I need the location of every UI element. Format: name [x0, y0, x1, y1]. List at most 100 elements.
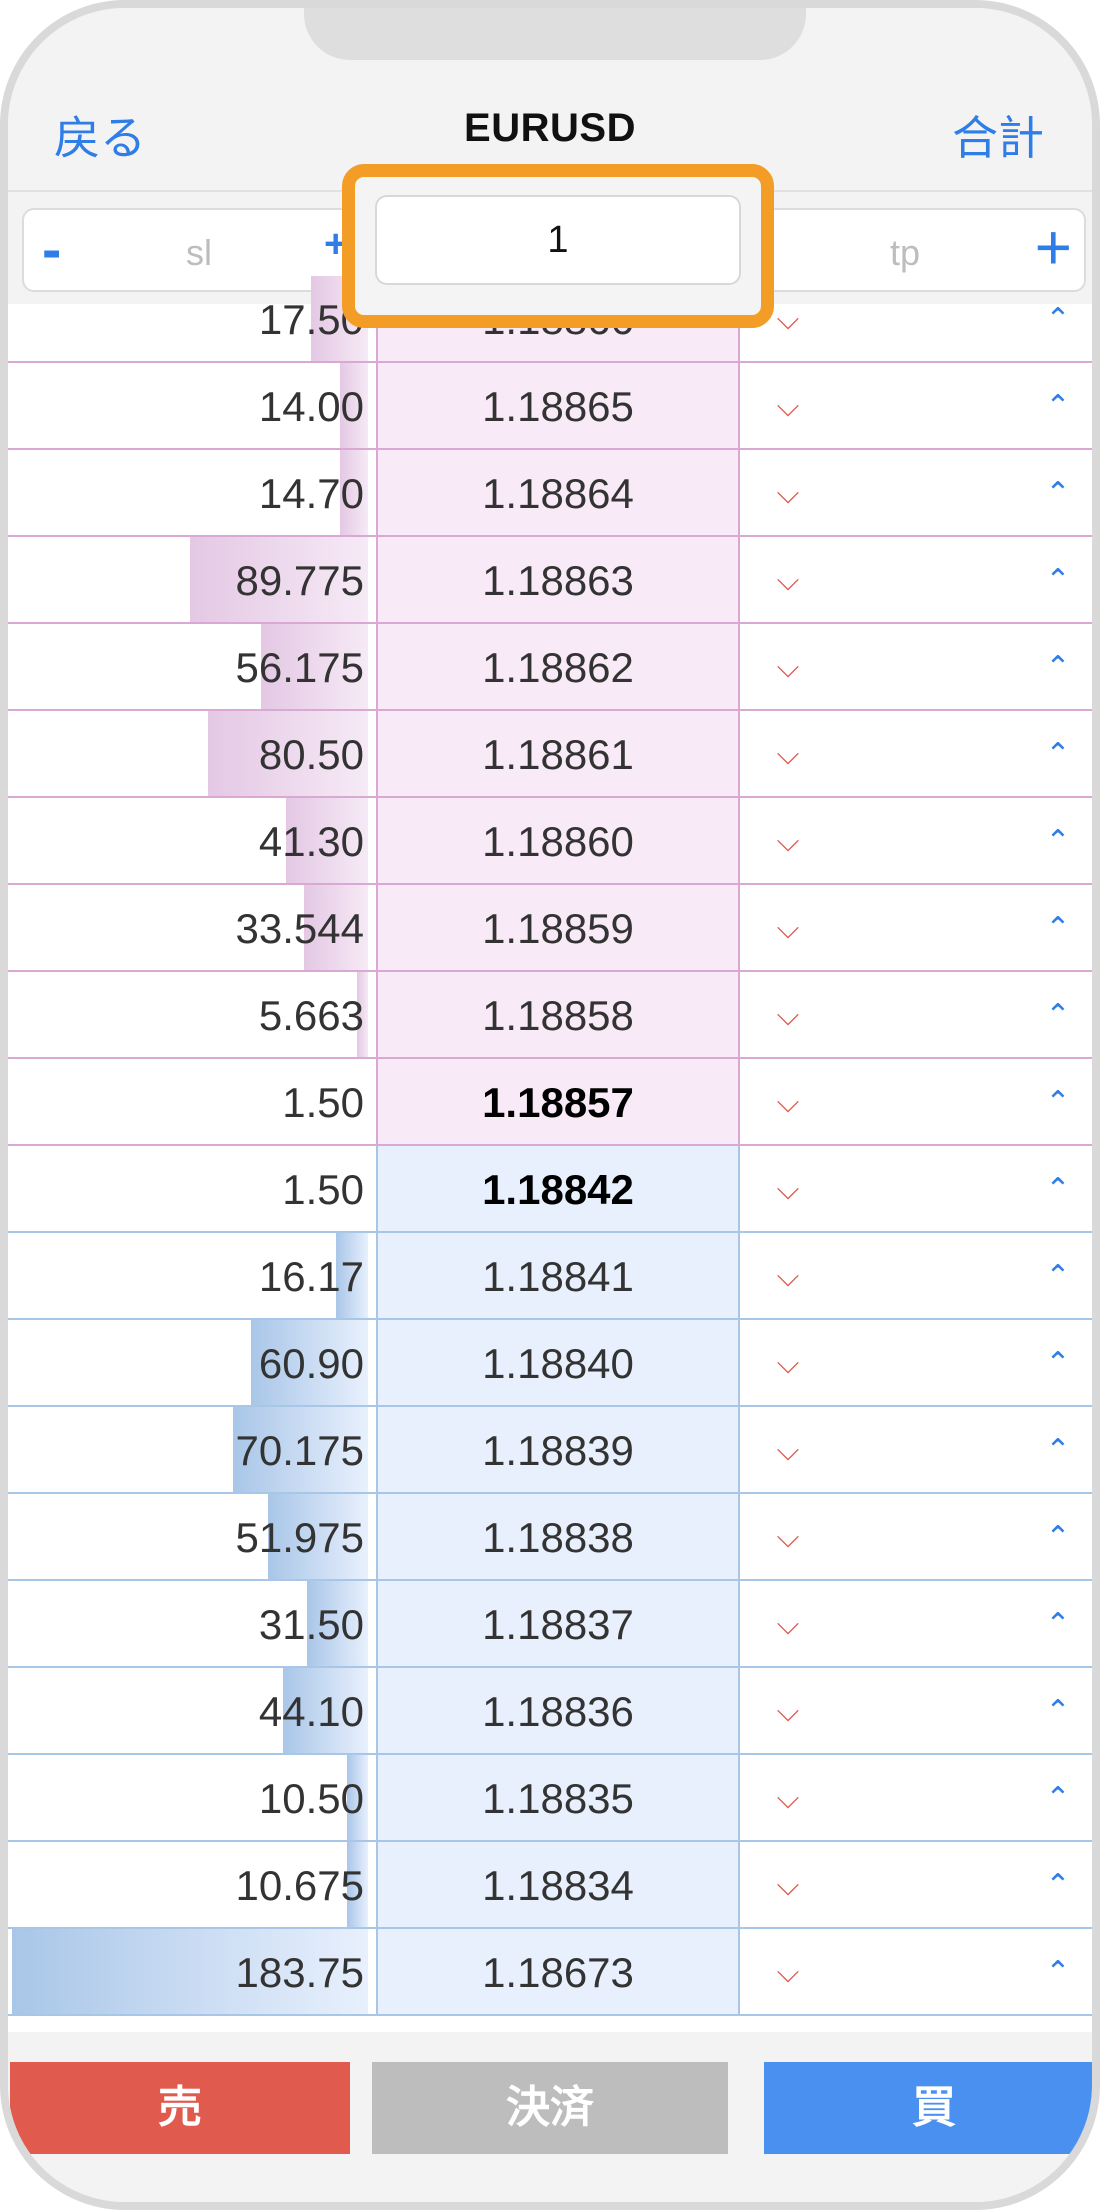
- chevron-down-icon[interactable]: ⌵: [768, 1929, 808, 2014]
- chevron-down-icon[interactable]: ⌵: [768, 624, 808, 709]
- tp-plus-button[interactable]: +: [1035, 210, 1072, 284]
- depth-row-bid[interactable]: 70.175 1.18839 ⌵ ⌃: [8, 1407, 1092, 1494]
- depth-row-ask[interactable]: 80.50 1.18861 ⌵ ⌃: [8, 711, 1092, 798]
- chevron-up-icon[interactable]: ⌃: [1038, 1407, 1078, 1492]
- chevron-down-icon[interactable]: ⌵: [768, 1320, 808, 1405]
- chevron-down-icon[interactable]: ⌵: [768, 1146, 808, 1231]
- chevron-down-icon[interactable]: ⌵: [768, 1755, 808, 1840]
- chevron-up-icon[interactable]: ⌃: [1038, 1320, 1078, 1405]
- depth-price[interactable]: 1.18864: [376, 450, 740, 535]
- chevron-down-icon[interactable]: ⌵: [768, 1842, 808, 1927]
- chevron-up-icon[interactable]: ⌃: [1038, 885, 1078, 970]
- chevron-down-icon[interactable]: ⌵: [768, 1494, 808, 1579]
- depth-volume: 33.544: [235, 905, 364, 952]
- chevron-down-icon[interactable]: ⌵: [768, 798, 808, 883]
- chevron-down-icon[interactable]: ⌵: [768, 363, 808, 448]
- chevron-down-icon[interactable]: ⌵: [768, 1233, 808, 1318]
- chevron-up-icon[interactable]: ⌃: [1038, 972, 1078, 1057]
- depth-row-bid[interactable]: 10.675 1.18834 ⌵ ⌃: [8, 1842, 1092, 1929]
- depth-row-bid[interactable]: 16.17 1.18841 ⌵ ⌃: [8, 1233, 1092, 1320]
- chevron-down-icon[interactable]: ⌵: [768, 711, 808, 796]
- chevron-up-icon[interactable]: ⌃: [1038, 798, 1078, 883]
- depth-price[interactable]: 1.18835: [376, 1755, 740, 1840]
- depth-price[interactable]: 1.18863: [376, 537, 740, 622]
- chevron-up-icon[interactable]: ⌃: [1038, 1581, 1078, 1666]
- depth-price[interactable]: 1.18839: [376, 1407, 740, 1492]
- depth-volume: 80.50: [258, 731, 364, 778]
- depth-row-ask[interactable]: 14.70 1.18864 ⌵ ⌃: [8, 450, 1092, 537]
- depth-row-bid[interactable]: 51.975 1.18838 ⌵ ⌃: [8, 1494, 1092, 1581]
- depth-volume: 14.00: [258, 383, 364, 430]
- depth-volume: 31.50: [258, 1601, 364, 1648]
- depth-price[interactable]: 1.18861: [376, 711, 740, 796]
- depth-row-ask[interactable]: 89.775 1.18863 ⌵ ⌃: [8, 537, 1092, 624]
- depth-price[interactable]: 1.18841: [376, 1233, 740, 1318]
- total-button[interactable]: 合計: [952, 102, 1044, 168]
- action-bar: 売 決済 買: [8, 2032, 1092, 2202]
- depth-price[interactable]: 1.18673: [376, 1929, 740, 2014]
- depth-price[interactable]: 1.18862: [376, 624, 740, 709]
- depth-row-ask[interactable]: 56.175 1.18862 ⌵ ⌃: [8, 624, 1092, 711]
- depth-volume: 89.775: [235, 557, 364, 604]
- depth-price[interactable]: 1.18858: [376, 972, 740, 1057]
- buy-button[interactable]: 買: [764, 2062, 1092, 2154]
- chevron-down-icon[interactable]: ⌵: [768, 885, 808, 970]
- chevron-up-icon[interactable]: ⌃: [1038, 1755, 1078, 1840]
- chevron-up-icon[interactable]: ⌃: [1038, 1233, 1078, 1318]
- chevron-down-icon[interactable]: ⌵: [768, 276, 808, 361]
- depth-price[interactable]: 1.18865: [376, 363, 740, 448]
- depth-row-ask[interactable]: 14.00 1.18865 ⌵ ⌃: [8, 363, 1092, 450]
- chevron-up-icon[interactable]: ⌃: [1038, 1146, 1078, 1231]
- chevron-up-icon[interactable]: ⌃: [1038, 711, 1078, 796]
- depth-row-bid[interactable]: 31.50 1.18837 ⌵ ⌃: [8, 1581, 1092, 1668]
- chevron-down-icon[interactable]: ⌵: [768, 537, 808, 622]
- chevron-down-icon[interactable]: ⌵: [768, 450, 808, 535]
- depth-price[interactable]: 1.18842: [376, 1146, 740, 1231]
- sell-button[interactable]: 売: [10, 2062, 350, 2154]
- depth-volume: 70.175: [235, 1427, 364, 1474]
- depth-row-ask[interactable]: 33.544 1.18859 ⌵ ⌃: [8, 885, 1092, 972]
- depth-price[interactable]: 1.18840: [376, 1320, 740, 1405]
- depth-price[interactable]: 1.18860: [376, 798, 740, 883]
- depth-of-market-list: 17.501.18866⌵⌃14.001.18865⌵⌃14.701.18864…: [8, 276, 1092, 2032]
- chevron-up-icon[interactable]: ⌃: [1038, 1059, 1078, 1144]
- chevron-up-icon[interactable]: ⌃: [1038, 363, 1078, 448]
- depth-price[interactable]: 1.18859: [376, 885, 740, 970]
- depth-volume: 16.17: [258, 1253, 364, 1300]
- depth-price[interactable]: 1.18838: [376, 1494, 740, 1579]
- depth-row-ask[interactable]: 1.50 1.18857 ⌵ ⌃: [8, 1059, 1092, 1146]
- chevron-down-icon[interactable]: ⌵: [768, 1059, 808, 1144]
- chevron-up-icon[interactable]: ⌃: [1038, 450, 1078, 535]
- depth-price[interactable]: 1.18857: [376, 1059, 740, 1144]
- chevron-up-icon[interactable]: ⌃: [1038, 1842, 1078, 1927]
- depth-volume: 41.30: [258, 818, 364, 865]
- depth-row-bid[interactable]: 44.10 1.18836 ⌵ ⌃: [8, 1668, 1092, 1755]
- volume-highlight-frame: 1: [342, 164, 774, 328]
- depth-row-ask[interactable]: 5.663 1.18858 ⌵ ⌃: [8, 972, 1092, 1059]
- depth-row-bid[interactable]: 183.75 1.18673 ⌵ ⌃: [8, 1929, 1092, 2016]
- chevron-down-icon[interactable]: ⌵: [768, 1407, 808, 1492]
- chevron-up-icon[interactable]: ⌃: [1038, 624, 1078, 709]
- depth-volume: 44.10: [258, 1688, 364, 1735]
- sl-minus-button[interactable]: -: [42, 216, 61, 283]
- depth-row-bid[interactable]: 60.90 1.18840 ⌵ ⌃: [8, 1320, 1092, 1407]
- chevron-up-icon[interactable]: ⌃: [1038, 276, 1078, 361]
- chevron-up-icon[interactable]: ⌃: [1038, 1668, 1078, 1753]
- chevron-up-icon[interactable]: ⌃: [1038, 1494, 1078, 1579]
- depth-price[interactable]: 1.18834: [376, 1842, 740, 1927]
- depth-volume: 10.50: [258, 1775, 364, 1822]
- volume-input[interactable]: 1: [375, 195, 741, 285]
- chevron-up-icon[interactable]: ⌃: [1038, 537, 1078, 622]
- chevron-down-icon[interactable]: ⌵: [768, 972, 808, 1057]
- depth-row-bid[interactable]: 1.50 1.18842 ⌵ ⌃: [8, 1146, 1092, 1233]
- depth-row-bid[interactable]: 10.50 1.18835 ⌵ ⌃: [8, 1755, 1092, 1842]
- depth-price[interactable]: 1.18837: [376, 1581, 740, 1666]
- chevron-down-icon[interactable]: ⌵: [768, 1668, 808, 1753]
- chevron-down-icon[interactable]: ⌵: [768, 1581, 808, 1666]
- depth-volume: 1.50: [282, 1166, 364, 1213]
- close-position-button[interactable]: 決済: [372, 2062, 728, 2154]
- chevron-up-icon[interactable]: ⌃: [1038, 1929, 1078, 2014]
- depth-volume: 14.70: [258, 470, 364, 517]
- depth-row-ask[interactable]: 41.30 1.18860 ⌵ ⌃: [8, 798, 1092, 885]
- depth-price[interactable]: 1.18836: [376, 1668, 740, 1753]
